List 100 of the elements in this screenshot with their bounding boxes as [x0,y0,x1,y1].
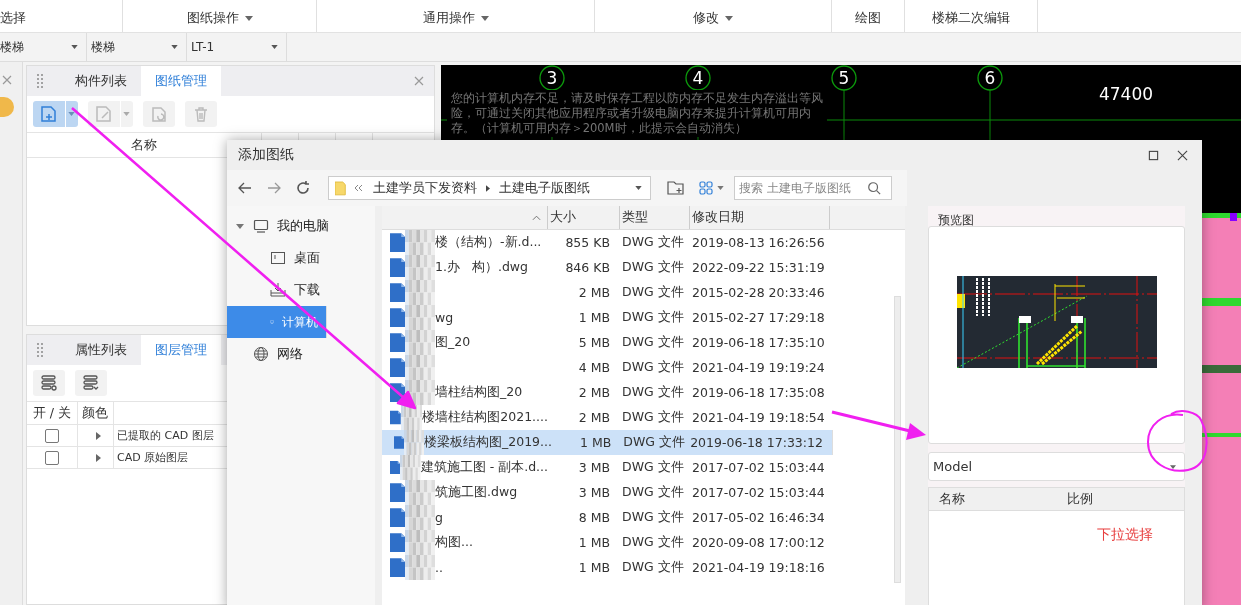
column-header[interactable]: 修改日期 [690,206,830,229]
file-size: 1 MB [577,310,611,325]
expand-arrow-icon[interactable] [96,431,101,440]
file-date: 2019-06-18 17:33:12 [690,435,824,450]
file-name: 楼墙柱结构图2021.... [422,409,548,426]
tree-item[interactable]: 下载 [227,274,375,306]
file-date: 2017-07-02 15:03:44 [692,460,826,475]
file-date: 2019-06-18 17:35:08 [692,385,826,400]
scrollbar[interactable] [894,296,901,583]
file-type: DWG 文件 [621,509,685,526]
file-date: 2022-09-22 15:31:19 [692,260,826,275]
panel-tab[interactable]: 属性列表 [61,335,141,365]
caret-icon[interactable] [480,15,489,21]
layout-select[interactable]: Model [928,452,1185,481]
layer-hide-button[interactable] [75,370,107,396]
path-segment[interactable]: 土建电子版图纸 [499,179,590,197]
column-header[interactable]: 开 / 关 [27,402,78,424]
chevron-icon [486,184,490,192]
tree-item[interactable]: 桌面 [227,242,375,274]
file-row[interactable]: wg 1 MB DWG 文件 2015-02-27 17:29:18 [382,305,833,330]
path-field[interactable]: 土建学员下发资料 土建电子版图纸 [328,176,651,200]
ribbon-group-label: 楼梯二次编辑 [932,9,1010,27]
edit-drawing-button[interactable] [88,101,133,127]
column-header[interactable]: 大小 [548,206,620,229]
path-segment[interactable]: 土建学员下发资料 [373,179,477,197]
caret-icon [271,45,278,49]
file-row[interactable]: g 8 MB DWG 文件 2017-05-02 16:46:34 [382,505,833,530]
ribbon-group-label: 通用操作 [422,9,475,27]
file-name: 楼（结构）-新.d... [435,234,542,251]
add-drawing-button[interactable] [33,101,78,127]
back-arrow-icon[interactable] [237,180,253,196]
layer-name: 已提取的 CAD 图层 [117,428,214,443]
panel-tab[interactable]: 图纸管理 [141,66,221,96]
file-row[interactable]: 建筑施工图 - 副本.d... 3 MB DWG 文件 2017-07-02 15:03:44 [382,455,833,480]
file-row[interactable]: 1.办 构）.dwg 846 KB DWG 文件 2022-09-22 15:31:19 [382,255,833,280]
expand-arrow-icon[interactable] [96,453,101,462]
panel-tab[interactable]: 图层管理 [141,335,221,365]
ribbon-group-label: 修改 [693,9,719,27]
column-header[interactable]: 颜色 [78,402,114,424]
maximize-icon[interactable] [1148,149,1159,161]
drag-handle-icon[interactable] [37,74,43,88]
file-size: 2 MB [577,410,611,425]
drag-handle-icon[interactable] [37,343,43,357]
panel-tab[interactable]: 构件列表 [61,66,141,96]
file-row[interactable]: 4 MB DWG 文件 2021-04-19 19:19:24 [382,355,833,380]
layer-checkbox[interactable] [45,428,59,443]
file-size: 8 MB [577,510,611,525]
cad-file-icon [390,233,405,252]
close-icon[interactable] [1177,149,1188,161]
tree-item[interactable]: 网络 [227,338,375,370]
new-folder-icon[interactable] [667,180,685,196]
file-row[interactable]: 2 MB DWG 文件 2015-02-28 20:33:46 [382,280,833,305]
tree-item[interactable]: 我的电脑 [227,210,375,242]
file-row[interactable]: 楼墙柱结构图2021.... 2 MB DWG 文件 2021-04-19 19:18:54 [382,405,833,430]
file-name: .. [435,560,443,575]
ribbon-group-label: 图纸操作 [186,9,239,27]
component-select[interactable]: LT-1 [187,33,287,61]
cad-file-icon [390,408,401,427]
pixelated-blur [400,405,423,430]
column-header[interactable]: 名称 [939,490,1067,508]
file-row[interactable]: 楼梁板结构图_2019... 1 MB DWG 文件 2019-06-18 17:33:12 [382,430,833,455]
column-header[interactable]: 比例 [1067,490,1093,508]
view-toggle[interactable] [698,180,724,196]
search-icon [867,181,881,195]
ribbon-group-label: 选择 [0,9,26,27]
preview-label: 预览图 [938,212,975,226]
file-date: 2019-06-18 17:35:10 [692,335,826,350]
forward-arrow-icon[interactable] [266,180,282,196]
cad-file-icon [394,433,404,452]
file-date: 2015-02-27 17:29:18 [692,310,826,325]
file-size: 855 KB [564,235,611,250]
pixelated-blur [405,330,435,355]
cad-file-icon [390,333,405,352]
file-size: 846 KB [564,260,611,275]
file-name: wg [435,310,454,325]
column-header[interactable]: 类型 [620,206,690,229]
file-size: 1 MB [577,535,611,550]
cad-file-icon [390,258,405,277]
component-select[interactable]: 楼梯 [0,33,87,61]
file-name: 墙柱结构图_20 [435,384,523,401]
file-row[interactable]: 图_20 5 MB DWG 文件 2019-06-18 17:35:10 [382,330,833,355]
layer-name: CAD 原始图层 [117,450,189,465]
layer-checkbox[interactable] [45,450,59,465]
file-row[interactable]: 筑施工图.dwg 3 MB DWG 文件 2017-07-02 15:03:44 [382,480,833,505]
refresh-icon[interactable] [295,180,311,196]
layer-show-button[interactable] [33,370,65,396]
file-row[interactable]: .. 1 MB DWG 文件 2021-04-19 19:18:16 [382,555,833,580]
download-icon [270,282,286,298]
file-row[interactable]: 楼（结构）-新.d... 855 KB DWG 文件 2019-08-13 16:26:56 [382,230,833,255]
expand-caret-icon[interactable] [236,223,244,229]
caret-icon[interactable] [725,15,733,21]
file-date: 2019-08-13 16:26:56 [692,235,826,250]
file-row[interactable]: 构图... 1 MB DWG 文件 2020-09-08 17:00:12 [382,530,833,555]
component-select[interactable]: 楼梯 [87,33,187,61]
pixelated-blur [405,555,435,580]
file-type: DWG 文件 [622,434,686,451]
caret-icon[interactable] [244,15,253,21]
search-field[interactable]: 搜索 土建电子版图纸 [734,176,892,200]
file-date: 2017-05-02 16:46:34 [692,510,826,525]
file-type: DWG 文件 [621,334,685,351]
